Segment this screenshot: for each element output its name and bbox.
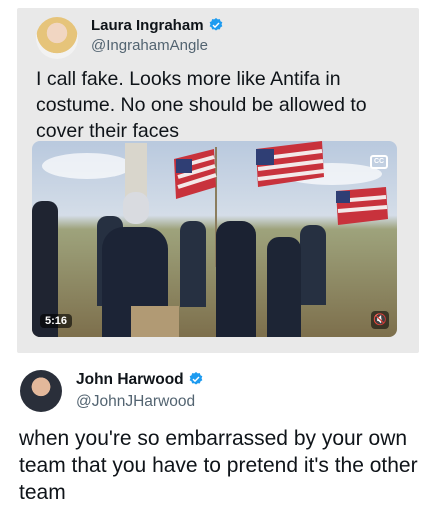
quoted-author-name[interactable]: Laura Ingraham — [91, 17, 204, 34]
person-face-mask — [123, 192, 149, 224]
reply-author-name[interactable]: John Harwood — [76, 371, 184, 388]
reply-author-handle[interactable]: @JohnJHarwood — [76, 393, 195, 411]
person — [267, 237, 301, 337]
quoted-author-handle[interactable]: @IngrahamAngle — [91, 37, 208, 54]
american-flag — [336, 187, 388, 225]
person — [300, 225, 326, 305]
reply-author-avatar[interactable] — [20, 370, 62, 412]
american-flag — [174, 149, 217, 199]
reply-tweet-text: when you're so embarrassed by your own t… — [19, 427, 418, 504]
reply-author-name-row[interactable]: John Harwood — [76, 371, 204, 389]
verified-badge-icon — [189, 372, 202, 385]
volume-muted-icon[interactable]: 🔇 — [371, 311, 389, 329]
person — [216, 221, 256, 337]
video-player[interactable]: CC 5:16 🔇 — [32, 141, 397, 337]
quoted-tweet-text: I call fake. Looks more like Antifa in c… — [36, 68, 367, 142]
closed-captions-icon[interactable]: CC — [370, 155, 388, 169]
american-flag — [256, 141, 325, 187]
quoted-author-name-row[interactable]: Laura Ingraham — [91, 17, 224, 34]
person-khakis — [131, 306, 179, 337]
video-duration: 5:16 — [40, 314, 73, 328]
cloud — [42, 153, 132, 179]
person — [180, 221, 206, 307]
verified-badge-icon — [209, 18, 222, 31]
quoted-author-avatar[interactable] — [36, 17, 78, 59]
